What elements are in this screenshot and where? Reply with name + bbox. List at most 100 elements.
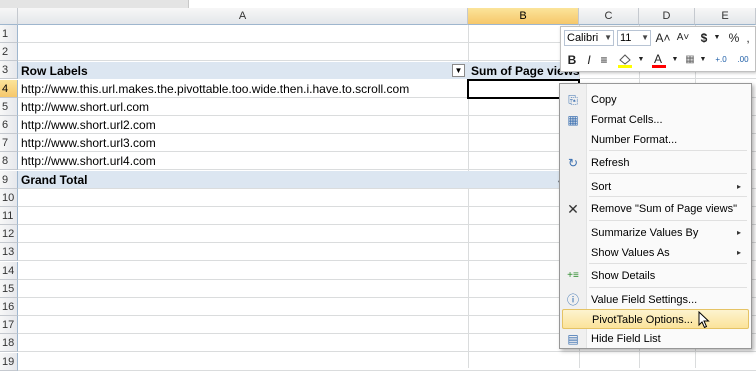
italic-button[interactable]: I — [583, 52, 595, 68]
row-header[interactable]: 5 — [0, 98, 18, 116]
chevron-down-icon: ▼ — [641, 33, 649, 42]
menu-item-label: Value Field Settings... — [591, 294, 698, 306]
row-header[interactable]: 9 — [0, 171, 18, 189]
chevron-down-icon[interactable]: ▼ — [671, 52, 679, 68]
decrease-decimal-icon[interactable]: .00 — [733, 52, 753, 68]
fill-color-button[interactable] — [615, 51, 635, 68]
column-header-a[interactable]: A — [18, 8, 468, 25]
menu-separator — [589, 287, 747, 288]
row-header[interactable]: 1 — [0, 25, 18, 43]
row-header[interactable]: 8 — [0, 152, 18, 170]
column-header-e[interactable]: E — [695, 8, 756, 25]
font-name-box[interactable]: Calibri ▼ — [564, 30, 614, 46]
filter-dropdown-icon[interactable]: ▼ — [452, 64, 465, 77]
select-all-corner[interactable] — [0, 8, 18, 25]
font-size-box[interactable]: 11 ▼ — [617, 30, 651, 46]
menu-item-label: Remove "Sum of Page views" — [591, 203, 737, 215]
chevron-down-icon[interactable]: ▼ — [699, 52, 707, 68]
row-header[interactable]: 19 — [0, 353, 18, 371]
grow-font-button[interactable]: A˄ — [655, 30, 671, 46]
font-color-button[interactable]: A — [649, 51, 669, 68]
menu-item-label: Number Format... — [591, 134, 678, 146]
currency-button[interactable]: $ — [697, 30, 711, 46]
row-labels-header[interactable]: Row Labels — [18, 62, 448, 80]
chevron-down-icon[interactable]: ▼ — [637, 52, 645, 68]
refresh-icon: ↻ — [567, 156, 579, 170]
menu-item-label: Show Details — [591, 270, 656, 282]
row-header[interactable]: 14 — [0, 262, 18, 280]
menu-separator — [589, 220, 747, 221]
name-box[interactable] — [0, 0, 189, 8]
row-header[interactable]: 10 — [0, 189, 18, 207]
submenu-arrow-icon: ▸ — [736, 248, 741, 257]
shrink-font-button[interactable]: A˅ — [675, 30, 691, 46]
menu-item-label: Copy — [591, 94, 617, 106]
menu-item-format-cells[interactable]: ▦ Format Cells... — [562, 110, 749, 130]
row-header[interactable]: 11 — [0, 207, 18, 225]
row-header[interactable]: 2 — [0, 43, 18, 61]
row-header[interactable]: 18 — [0, 334, 18, 352]
mini-toolbar: Calibri ▼ 11 ▼ A˄ A˅ $ ▼ % , B I ≡ ▼ A ▼ ▦… — [560, 26, 756, 72]
column-header-d[interactable]: D — [639, 8, 695, 25]
row-header[interactable]: 17 — [0, 316, 18, 334]
chevron-down-icon[interactable]: ▼ — [713, 30, 721, 46]
pivot-row-label[interactable]: http://www.short.url2.com — [18, 116, 468, 134]
font-color-icon: A — [652, 52, 666, 68]
pivot-row-label[interactable]: http://www.short.url.com — [18, 98, 468, 116]
menu-item-show-values-as[interactable]: Show Values As ▸ — [562, 243, 749, 263]
column-header-b[interactable]: B — [468, 8, 579, 25]
menu-item-number-format[interactable]: Number Format... — [562, 130, 749, 150]
percent-button[interactable]: % — [727, 30, 741, 46]
menu-item-label: Summarize Values By — [591, 227, 699, 239]
comma-style-button[interactable]: , — [742, 30, 754, 46]
chevron-down-icon: ▼ — [604, 33, 612, 42]
hide-field-list-icon: ▤ — [567, 332, 579, 346]
increase-decimal-icon[interactable]: +.0 — [711, 52, 731, 68]
menu-separator — [589, 263, 747, 264]
center-align-button[interactable]: ≡ — [597, 52, 611, 68]
row-header[interactable]: 13 — [0, 243, 18, 261]
font-size-value: 11 — [620, 32, 632, 44]
menu-separator — [589, 150, 747, 151]
menu-item-show-details[interactable]: +≡ Show Details — [562, 266, 749, 286]
menu-item-value-field-settings[interactable]: ⓘ Value Field Settings... — [562, 290, 749, 310]
submenu-arrow-icon: ▸ — [736, 228, 741, 237]
context-menu: ⎘ Copy ▦ Format Cells... Number Format... ↻ Re… — [559, 83, 752, 349]
pivot-row-label[interactable]: http://www.short.url3.com — [18, 134, 468, 152]
pivot-row-label[interactable]: http://www.short.url4.com — [18, 152, 468, 170]
menu-item-sort[interactable]: Sort ▸ — [562, 177, 749, 197]
format-cells-icon: ▦ — [567, 113, 579, 127]
menu-item-pivottable-options[interactable]: PivotTable Options... — [562, 309, 749, 329]
remove-icon: ✕ — [567, 201, 579, 217]
menu-item-hide-field-list[interactable]: ▤ Hide Field List — [562, 329, 749, 349]
row-header[interactable]: 3 — [0, 61, 18, 79]
menu-item-remove-sum-of-page-views[interactable]: ✕ Remove "Sum of Page views" — [562, 199, 749, 219]
menu-item-label: Sort — [591, 181, 612, 193]
menu-item-refresh[interactable]: ↻ Refresh — [562, 153, 749, 173]
menu-item-label: PivotTable Options... — [592, 314, 693, 326]
font-name-value: Calibri — [567, 32, 599, 44]
menu-item-label: Refresh — [591, 157, 630, 169]
row-header[interactable]: 12 — [0, 225, 18, 243]
row-header[interactable]: 6 — [0, 116, 18, 134]
value-field-settings-icon: ⓘ — [566, 293, 579, 307]
menu-item-label: Hide Field List — [591, 333, 661, 345]
menu-item-label: Show Values As — [591, 247, 670, 259]
menu-item-copy[interactable]: ⎘ Copy — [562, 90, 749, 110]
submenu-arrow-icon: ▸ — [736, 182, 741, 191]
pivot-row-label[interactable]: http://www.this.url.makes.the.pivottable… — [18, 80, 468, 98]
bold-button[interactable]: B — [565, 52, 579, 68]
row-header[interactable]: 15 — [0, 280, 18, 298]
column-header-c[interactable]: C — [579, 8, 639, 25]
show-details-icon: +≡ — [567, 270, 579, 281]
row-header[interactable]: 4 — [0, 80, 18, 98]
borders-icon[interactable]: ▦ — [683, 52, 697, 68]
row-header[interactable]: 7 — [0, 134, 18, 152]
row-header[interactable]: 16 — [0, 298, 18, 316]
mouse-pointer-icon — [698, 311, 710, 329]
menu-item-label: Format Cells... — [591, 114, 663, 126]
copy-icon: ⎘ — [568, 93, 578, 107]
grand-total-label[interactable]: Grand Total — [18, 171, 468, 189]
menu-separator — [589, 173, 747, 174]
menu-item-summarize-values-by[interactable]: Summarize Values By ▸ — [562, 223, 749, 243]
